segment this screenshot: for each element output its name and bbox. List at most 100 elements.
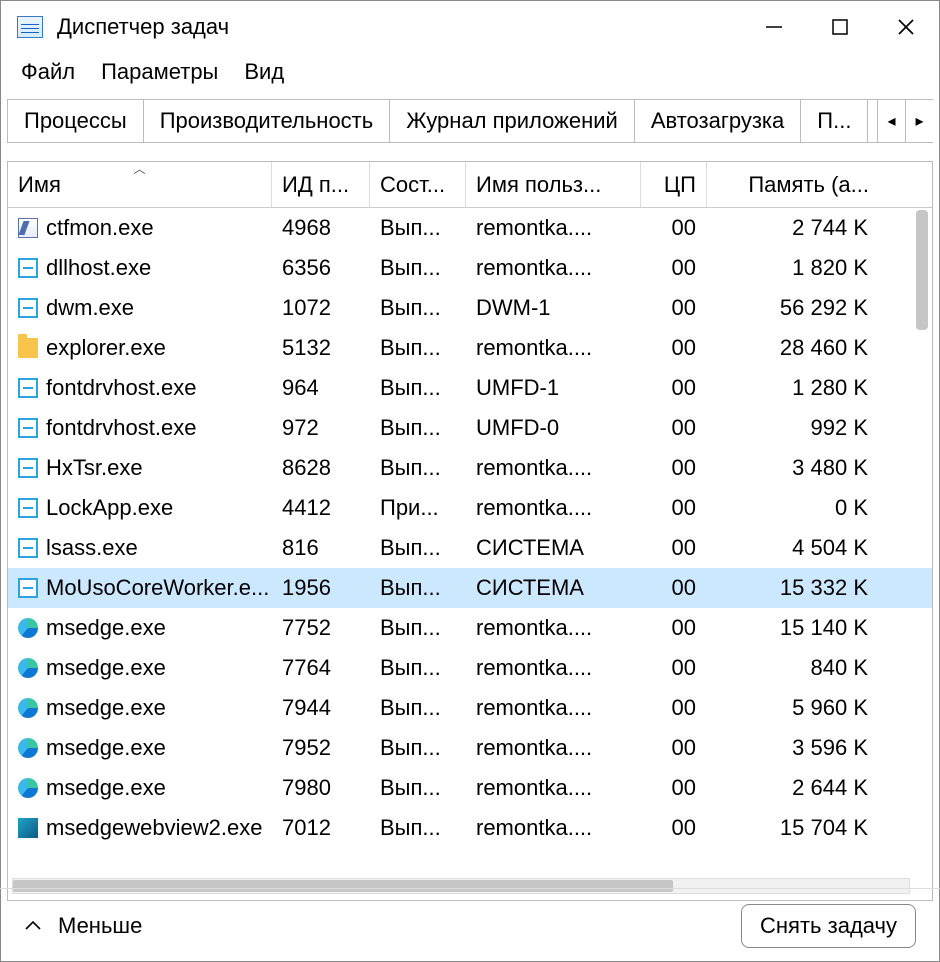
table-row[interactable]: msedgewebview2.exe7012Вып...remontka....… xyxy=(8,808,932,848)
col-pid[interactable]: ИД п... xyxy=(272,162,370,207)
process-icon xyxy=(18,338,38,358)
table-row[interactable]: fontdrvhost.exe972Вып...UMFD-000992 K xyxy=(8,408,932,448)
table-row[interactable]: explorer.exe5132Вып...remontka....0028 4… xyxy=(8,328,932,368)
process-icon xyxy=(18,778,38,798)
process-memory: 3 596 K xyxy=(707,728,879,768)
process-status: Вып... xyxy=(370,368,466,408)
tabs-bar: Процессы Производительность Журнал прило… xyxy=(7,99,933,143)
process-name: fontdrvhost.exe xyxy=(46,415,196,441)
minimize-button[interactable] xyxy=(741,1,807,53)
table-row[interactable]: MoUsoCoreWorker.e...1956Вып...СИСТЕМА001… xyxy=(8,568,932,608)
table-row[interactable]: HxTsr.exe8628Вып...remontka....003 480 K xyxy=(8,448,932,488)
sort-asc-icon: ︿ xyxy=(133,162,145,177)
process-memory: 1 280 K xyxy=(707,368,879,408)
process-user: СИСТЕМА xyxy=(466,568,641,608)
col-status[interactable]: Сост... xyxy=(370,162,466,207)
process-memory: 2 644 K xyxy=(707,768,879,808)
process-user: remontka.... xyxy=(466,488,641,528)
process-pid: 1956 xyxy=(272,568,370,608)
process-memory: 1 820 K xyxy=(707,248,879,288)
process-cpu: 00 xyxy=(641,768,707,808)
process-name: msedge.exe xyxy=(46,695,166,721)
process-icon xyxy=(18,258,38,278)
tab-performance[interactable]: Производительность xyxy=(144,100,391,142)
table-row[interactable]: msedge.exe7764Вып...remontka....00840 K xyxy=(8,648,932,688)
process-memory: 56 292 K xyxy=(707,288,879,328)
process-user: remontka.... xyxy=(466,808,641,848)
table-row[interactable]: msedge.exe7752Вып...remontka....0015 140… xyxy=(8,608,932,648)
process-status: Вып... xyxy=(370,808,466,848)
fewer-details-toggle[interactable]: Меньше xyxy=(24,913,142,939)
process-memory: 840 K xyxy=(707,648,879,688)
process-memory: 0 K xyxy=(707,488,879,528)
tab-scroll-left[interactable]: ◂ xyxy=(877,100,905,142)
process-user: remontka.... xyxy=(466,688,641,728)
process-icon xyxy=(18,418,38,438)
tab-startup[interactable]: Автозагрузка xyxy=(635,100,801,142)
end-task-button[interactable]: Снять задачу xyxy=(741,904,916,948)
process-cpu: 00 xyxy=(641,528,707,568)
col-cpu[interactable]: ЦП xyxy=(641,162,707,207)
process-icon xyxy=(18,538,38,558)
process-icon xyxy=(18,818,38,838)
process-name: MoUsoCoreWorker.e... xyxy=(46,575,269,601)
table-row[interactable]: msedge.exe7952Вып...remontka....003 596 … xyxy=(8,728,932,768)
tab-users[interactable]: П... xyxy=(801,100,868,142)
process-memory: 28 460 K xyxy=(707,328,879,368)
process-pid: 7952 xyxy=(272,728,370,768)
process-cpu: 00 xyxy=(641,208,707,248)
process-pid: 964 xyxy=(272,368,370,408)
table-row[interactable]: msedge.exe7980Вып...remontka....002 644 … xyxy=(8,768,932,808)
app-icon xyxy=(17,16,43,38)
process-cpu: 00 xyxy=(641,808,707,848)
process-cpu: 00 xyxy=(641,568,707,608)
table-row[interactable]: lsass.exe816Вып...СИСТЕМА004 504 K xyxy=(8,528,932,568)
fewer-label: Меньше xyxy=(58,913,142,939)
col-memory[interactable]: Память (а... xyxy=(707,162,879,207)
process-user: remontka.... xyxy=(466,208,641,248)
process-icon xyxy=(18,698,38,718)
process-cpu: 00 xyxy=(641,448,707,488)
process-icon xyxy=(18,218,38,238)
process-name: msedge.exe xyxy=(46,615,166,641)
process-cpu: 00 xyxy=(641,688,707,728)
col-name[interactable]: ︿ Имя xyxy=(8,162,272,207)
process-status: Вып... xyxy=(370,568,466,608)
process-name: fontdrvhost.exe xyxy=(46,375,196,401)
table-row[interactable]: ctfmon.exe4968Вып...remontka....002 744 … xyxy=(8,208,932,248)
process-status: Вып... xyxy=(370,328,466,368)
table-row[interactable]: fontdrvhost.exe964Вып...UMFD-1001 280 K xyxy=(8,368,932,408)
process-user: UMFD-0 xyxy=(466,408,641,448)
col-name-label: Имя xyxy=(18,172,61,198)
process-status: Вып... xyxy=(370,288,466,328)
process-pid: 6356 xyxy=(272,248,370,288)
maximize-button[interactable] xyxy=(807,1,873,53)
process-memory: 15 332 K xyxy=(707,568,879,608)
table-row[interactable]: LockApp.exe4412При...remontka....000 K xyxy=(8,488,932,528)
process-status: Вып... xyxy=(370,688,466,728)
vertical-scrollbar[interactable] xyxy=(914,210,930,870)
process-user: remontka.... xyxy=(466,728,641,768)
process-pid: 4968 xyxy=(272,208,370,248)
process-user: UMFD-1 xyxy=(466,368,641,408)
menu-file[interactable]: Файл xyxy=(21,59,75,85)
process-status: Вып... xyxy=(370,248,466,288)
process-memory: 3 480 K xyxy=(707,448,879,488)
process-icon xyxy=(18,738,38,758)
table-row[interactable]: msedge.exe7944Вып...remontka....005 960 … xyxy=(8,688,932,728)
process-cpu: 00 xyxy=(641,608,707,648)
close-button[interactable] xyxy=(873,1,939,53)
menu-view[interactable]: Вид xyxy=(244,59,284,85)
vertical-scroll-thumb[interactable] xyxy=(916,210,928,330)
process-name: dwm.exe xyxy=(46,295,134,321)
table-row[interactable]: dwm.exe1072Вып...DWM-10056 292 K xyxy=(8,288,932,328)
tab-scroll-right[interactable]: ▸ xyxy=(905,100,933,142)
tab-processes[interactable]: Процессы xyxy=(7,100,144,142)
process-table: ︿ Имя ИД п... Сост... Имя польз... ЦП Па… xyxy=(7,161,933,901)
menu-options[interactable]: Параметры xyxy=(101,59,218,85)
process-name: explorer.exe xyxy=(46,335,166,361)
tab-app-history[interactable]: Журнал приложений xyxy=(390,100,635,142)
maximize-icon xyxy=(832,19,848,35)
col-user[interactable]: Имя польз... xyxy=(466,162,641,207)
table-row[interactable]: dllhost.exe6356Вып...remontka....001 820… xyxy=(8,248,932,288)
